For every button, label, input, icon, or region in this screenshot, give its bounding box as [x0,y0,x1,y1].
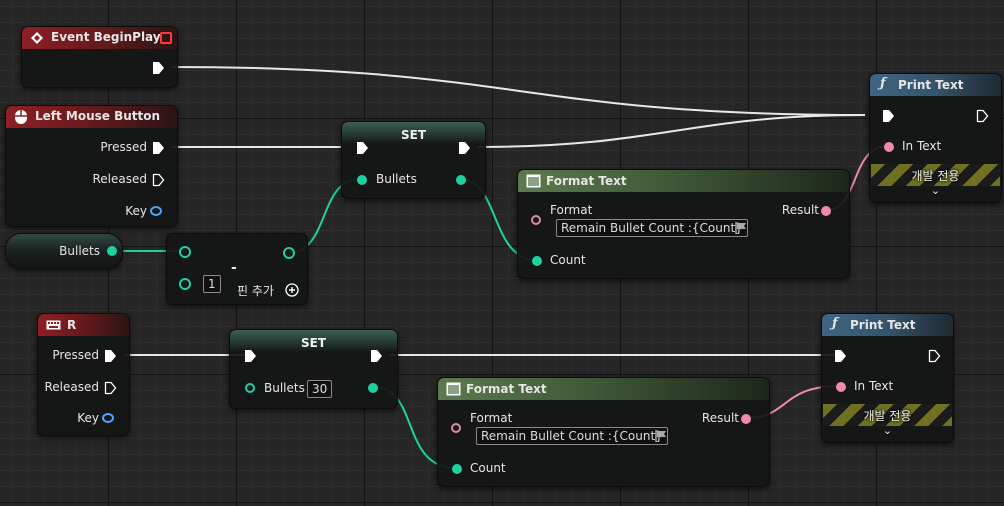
flag-icon[interactable] [734,221,748,235]
node-title: R [67,318,77,332]
chevron-down-icon[interactable]: ⌄ [870,184,1001,197]
result-label: Result [701,411,739,425]
bullets-value-input[interactable]: 30 [307,380,333,398]
format-label: Format [470,411,513,425]
format-text-node-2[interactable]: Format Text Format Remain Bullet Count :… [437,377,770,487]
development-only-banner: 개발 전용 [823,404,952,426]
format-in-pin[interactable] [451,423,461,433]
node-title: Event BeginPlay [51,30,161,44]
in-text-label: In Text [854,379,894,393]
function-f-icon: ƒ [880,76,886,91]
bullets-in-pin[interactable] [245,383,255,393]
bullets-out-pin[interactable] [368,383,378,393]
exec-out-pin[interactable] [370,349,384,363]
exec-in-pin[interactable] [356,141,370,155]
subtract-b-pin[interactable] [179,278,191,290]
pressed-pin-label: Pressed [52,348,99,362]
keyboard-icon [46,320,61,330]
print-text-node-2[interactable]: ƒ Print Text In Text 개발 전용 ⌄ [821,313,954,443]
subtract-a-pin[interactable] [179,246,191,258]
chevron-down-icon[interactable]: ⌄ [822,424,953,437]
left-mouse-button-node[interactable]: Left Mouse Button Pressed Released Key [5,105,178,227]
add-pin-label[interactable]: 핀 추가 [237,282,274,299]
exec-wire-beginplay-print1 [171,66,866,116]
subtract-b-value[interactable]: 1 [203,275,221,293]
bullets-out-pin[interactable] [456,175,466,185]
node-title: Format Text [466,382,547,396]
node-title: Left Mouse Button [35,109,161,123]
bullets-out-pin[interactable] [107,246,117,256]
node-header: Event BeginPlay [22,27,177,49]
pressed-pin-label: Pressed [100,140,147,154]
plus-circle-icon[interactable] [285,283,299,297]
format-input[interactable]: Remain Bullet Count :{Count} [476,427,668,445]
development-only-label: 개발 전용 [911,169,960,183]
set-bullets-node-1[interactable]: SET Bullets [341,121,486,199]
bullets-in-pin[interactable] [357,175,367,185]
key-pin-label: Key [125,204,147,218]
exec-in-pin[interactable] [244,349,258,363]
result-out-pin[interactable] [741,414,751,424]
node-title: Format Text [546,174,627,188]
node-header: ƒ Print Text [822,314,953,336]
released-exec-pin[interactable] [152,173,166,187]
in-text-pin[interactable] [884,142,894,152]
node-header: Format Text [438,378,769,400]
format-text-node-1[interactable]: Format Text Format Remain Bullet Count :… [517,169,850,279]
result-out-pin[interactable] [821,206,831,216]
bullets-getter-label: Bullets [59,244,100,258]
format-text-icon [446,382,461,396]
bullets-getter-node[interactable]: Bullets [5,233,123,269]
exec-wire-set1-print1 [477,114,866,148]
exec-out-pin[interactable] [976,109,990,123]
released-pin-label: Released [44,380,99,394]
node-header: Format Text [518,170,849,192]
released-exec-pin[interactable] [104,381,118,395]
count-in-pin[interactable] [532,256,542,266]
format-label: Format [550,203,593,217]
key-pin-label: Key [77,411,99,425]
key-struct-pin[interactable] [150,206,162,216]
subtract-out-pin[interactable] [283,247,295,259]
format-in-pin[interactable] [531,215,541,225]
node-header: Left Mouse Button [6,106,177,128]
node-title: Print Text [850,318,916,332]
format-input[interactable]: Remain Bullet Count :{Count} [556,219,748,237]
subtract-operator: - [231,260,237,276]
diamond-event-icon [31,32,43,44]
function-f-icon: ƒ [832,316,838,331]
node-title: Print Text [898,78,964,92]
bullets-var-label: Bullets [376,172,417,186]
exec-in-pin[interactable] [882,109,896,123]
r-key-node[interactable]: R Pressed Released Key [37,313,130,436]
in-text-pin[interactable] [836,382,846,392]
subtract-node[interactable]: 1 - 핀 추가 [166,233,308,305]
key-struct-pin[interactable] [102,413,114,423]
exec-out-pin[interactable] [152,61,166,75]
released-pin-label: Released [92,172,147,186]
in-text-label: In Text [902,139,942,153]
delegate-pin-icon[interactable] [160,32,172,44]
mouse-icon [15,110,27,124]
set-bullets-node-2[interactable]: SET Bullets 30 [229,329,398,409]
flag-icon[interactable] [654,429,668,443]
exec-out-pin[interactable] [928,349,942,363]
count-in-pin[interactable] [452,464,462,474]
development-only-banner: 개발 전용 [871,164,1000,186]
pressed-exec-pin[interactable] [152,141,166,155]
exec-out-pin[interactable] [458,141,472,155]
count-label: Count [550,253,586,267]
count-label: Count [470,461,506,475]
print-text-node-1[interactable]: ƒ Print Text In Text 개발 전용 ⌄ [869,73,1002,203]
development-only-label: 개발 전용 [863,409,912,423]
format-text-icon [526,174,541,188]
exec-in-pin[interactable] [834,349,848,363]
node-header: R [38,314,129,336]
pressed-exec-pin[interactable] [104,349,118,363]
bullets-var-label: Bullets [264,381,305,395]
result-label: Result [781,203,819,217]
node-header: ƒ Print Text [870,74,1001,96]
event-beginplay-node[interactable]: Event BeginPlay [21,26,178,88]
